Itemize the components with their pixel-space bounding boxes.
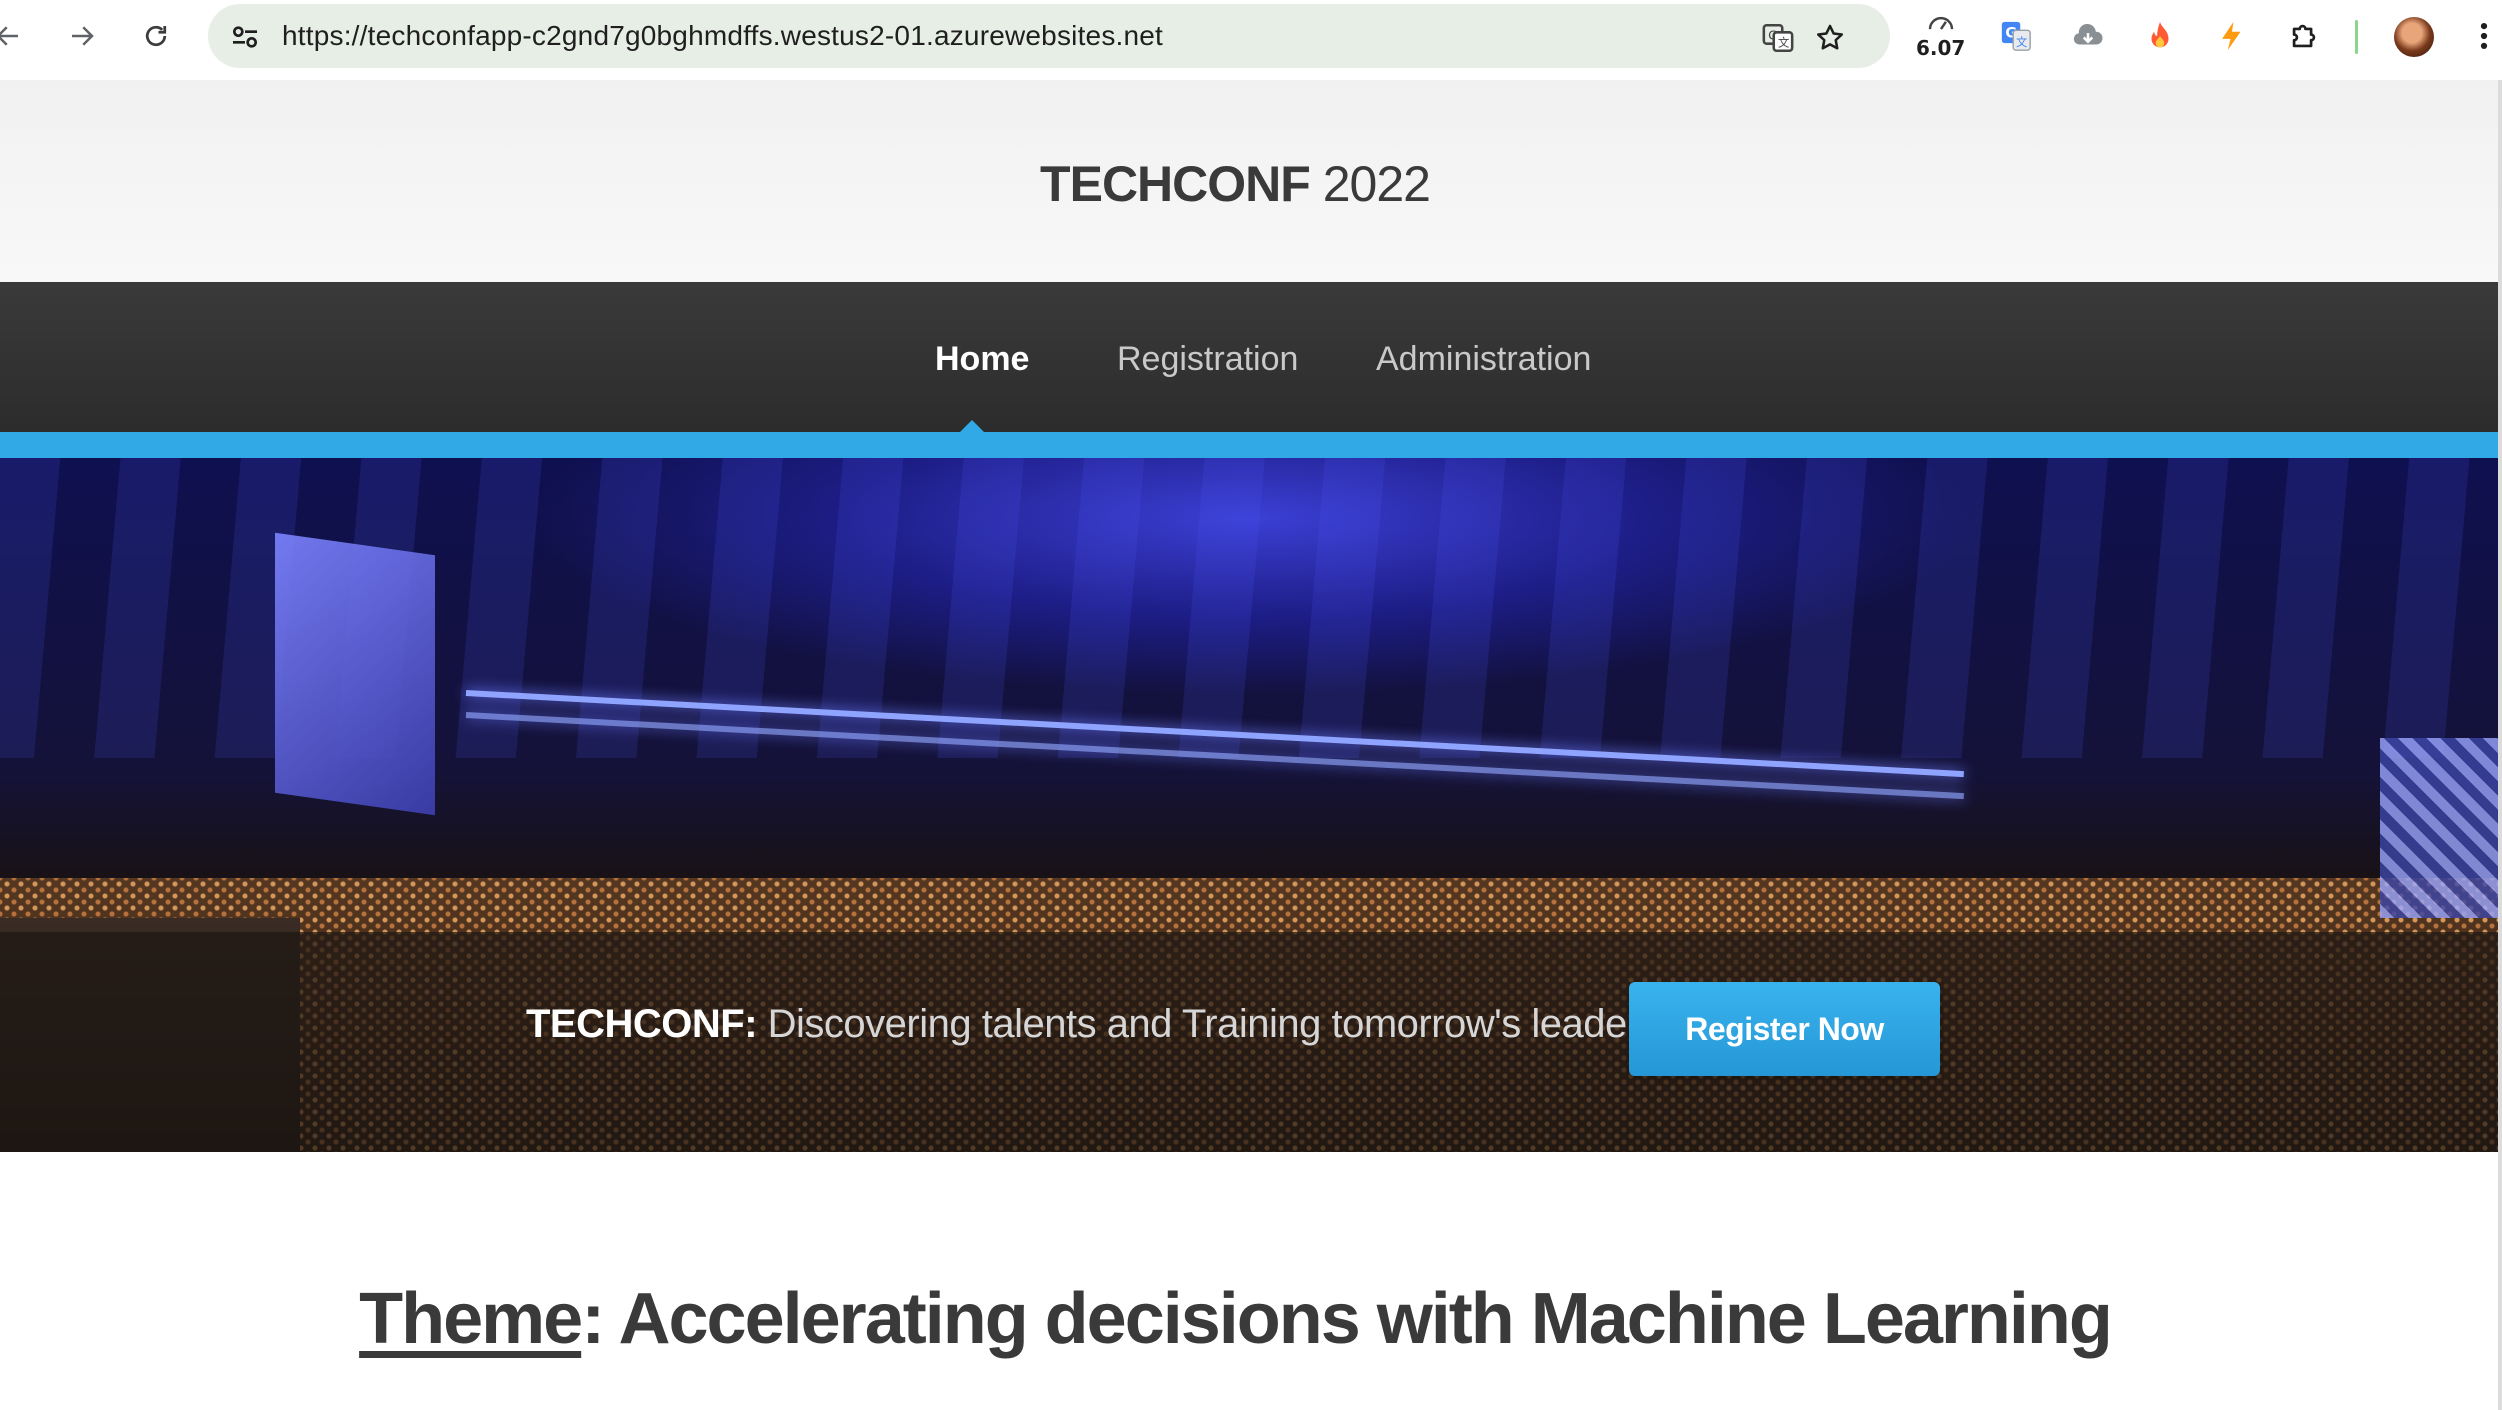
hero-tagline: TECHCONF: Discovering talents and Traini… [526,1002,1660,1047]
bolt-icon[interactable] [2210,14,2254,58]
brand-name: TECHCONF [1040,156,1311,212]
theme-link[interactable]: Theme [359,1279,583,1359]
kebab-menu-icon[interactable] [2462,14,2502,58]
toolbar-divider [2355,20,2358,54]
nav-administration[interactable]: Administration [1376,340,1591,379]
page-scrollbar[interactable] [2498,80,2502,1410]
theme-heading: Theme: Accelerating decisions with Machi… [0,1278,2470,1360]
svg-text:文: 文 [2016,35,2027,49]
hero-stage-screen [275,532,435,816]
tagline-text: Discovering talents and Training tomorro… [757,1002,1660,1046]
register-now-button[interactable]: Register Now [1629,982,1940,1076]
main-nav: Home Registration Administration [0,282,2498,434]
nav-home[interactable]: Home [935,340,1029,379]
avatar[interactable] [2394,17,2434,57]
browser-toolbar: https://techconfapp-c2gnd7g0bghmdffs.wes… [0,0,2502,75]
puzzle-extensions-icon[interactable] [2282,14,2326,58]
extension-counter[interactable]: 6.07 [1912,12,1974,62]
extension-counter-value: 6.07 [1916,36,1966,60]
theme-text: : Accelerating decisions with Machine Le… [581,1279,2113,1359]
tagline-brand: TECHCONF: [526,1002,758,1046]
svg-text:文: 文 [1778,36,1789,50]
nav-accent-bar [0,432,2498,458]
bookmark-star-icon[interactable] [1810,18,1850,58]
reload-icon[interactable] [134,14,178,58]
flame-icon[interactable] [2138,14,2182,58]
url-text[interactable]: https://techconfapp-c2gnd7g0bghmdffs.wes… [282,20,1163,52]
cloud-download-icon[interactable] [2066,14,2110,58]
page-header: TECHCONF 2022 [0,80,2498,282]
site-brand[interactable]: TECHCONF 2022 [0,155,2470,213]
brand-year: 2022 [1309,156,1431,212]
web-page: TECHCONF 2022 Home Registration Administ… [0,80,2498,1410]
site-info-icon[interactable] [226,18,264,56]
back-arrow-icon[interactable] [0,14,30,58]
nav-registration[interactable]: Registration [1117,340,1298,379]
address-bar[interactable]: https://techconfapp-c2gnd7g0bghmdffs.wes… [208,4,1890,68]
hero-banner: TECHCONF: Discovering talents and Traini… [0,458,2498,1152]
hero-side-panel [2380,738,2498,918]
forward-arrow-icon[interactable] [60,14,104,58]
translate-icon[interactable]: G文 [1758,18,1798,58]
google-translate-icon[interactable]: G文 [1994,14,2038,58]
